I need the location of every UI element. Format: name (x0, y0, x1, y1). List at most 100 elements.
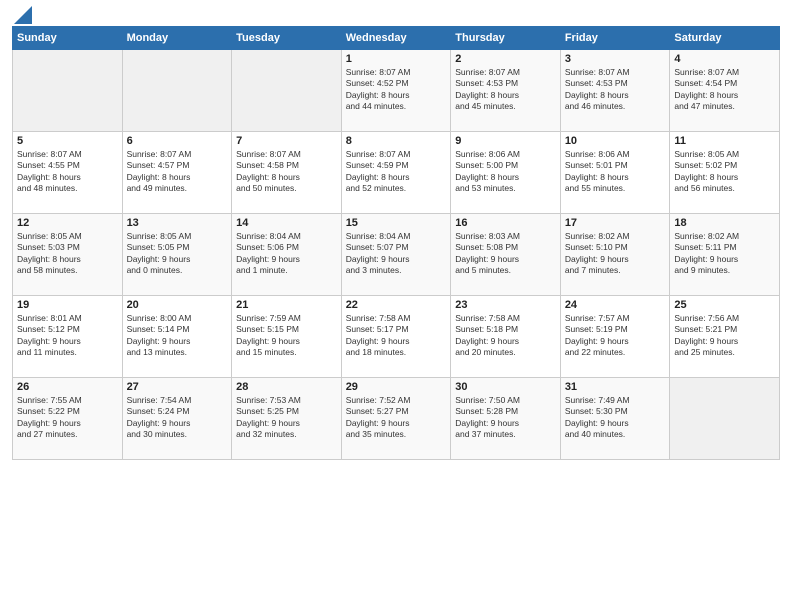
day-info: Sunrise: 8:03 AM Sunset: 5:08 PM Dayligh… (455, 231, 556, 277)
calendar-cell: 30 Sunrise: 7:50 AM Sunset: 5:28 PM Dayli… (451, 378, 561, 460)
calendar-cell: 22 Sunrise: 7:58 AM Sunset: 5:17 PM Dayli… (341, 296, 451, 378)
weekday-header-monday: Monday (122, 27, 232, 50)
calendar-cell: 15 Sunrise: 8:04 AM Sunset: 5:07 PM Dayli… (341, 214, 451, 296)
calendar-cell (122, 50, 232, 132)
calendar-cell (232, 50, 342, 132)
day-info: Sunrise: 7:52 AM Sunset: 5:27 PM Dayligh… (346, 395, 447, 441)
day-number: 3 (565, 53, 666, 65)
day-number: 26 (17, 381, 118, 393)
day-info: Sunrise: 8:02 AM Sunset: 5:10 PM Dayligh… (565, 231, 666, 277)
day-info: Sunrise: 7:54 AM Sunset: 5:24 PM Dayligh… (127, 395, 228, 441)
day-info: Sunrise: 8:00 AM Sunset: 5:14 PM Dayligh… (127, 313, 228, 359)
weekday-header-wednesday: Wednesday (341, 27, 451, 50)
day-number: 24 (565, 299, 666, 311)
calendar-cell: 27 Sunrise: 7:54 AM Sunset: 5:24 PM Dayli… (122, 378, 232, 460)
day-info: Sunrise: 7:58 AM Sunset: 5:18 PM Dayligh… (455, 313, 556, 359)
day-number: 31 (565, 381, 666, 393)
logo-icon (14, 6, 32, 24)
day-info: Sunrise: 8:04 AM Sunset: 5:06 PM Dayligh… (236, 231, 337, 277)
calendar-cell: 25Sunrise: 7:56 AM Sunset: 5:21 PM Dayli… (670, 296, 780, 378)
logo-block (12, 10, 32, 20)
calendar-week-row: 12Sunrise: 8:05 AM Sunset: 5:03 PM Dayli… (13, 214, 780, 296)
calendar-cell: 17Sunrise: 8:02 AM Sunset: 5:10 PM Dayli… (560, 214, 670, 296)
calendar-cell: 3 Sunrise: 8:07 AM Sunset: 4:53 PM Daylig… (560, 50, 670, 132)
day-number: 28 (236, 381, 337, 393)
calendar-cell: 16 Sunrise: 8:03 AM Sunset: 5:08 PM Dayli… (451, 214, 561, 296)
day-info: Sunrise: 7:53 AM Sunset: 5:25 PM Dayligh… (236, 395, 337, 441)
day-number: 19 (17, 299, 118, 311)
calendar-week-row: 26 Sunrise: 7:55 AM Sunset: 5:22 PM Dayli… (13, 378, 780, 460)
header (12, 10, 780, 20)
day-info: Sunrise: 8:05 AM Sunset: 5:05 PM Dayligh… (127, 231, 228, 277)
day-number: 7 (236, 135, 337, 147)
day-number: 16 (455, 217, 556, 229)
day-info: Sunrise: 8:07 AM Sunset: 4:53 PM Dayligh… (565, 67, 666, 113)
calendar-week-row: 1Sunrise: 8:07 AM Sunset: 4:52 PM Daylig… (13, 50, 780, 132)
calendar-cell: 20 Sunrise: 8:00 AM Sunset: 5:14 PM Dayli… (122, 296, 232, 378)
calendar-cell: 23 Sunrise: 7:58 AM Sunset: 5:18 PM Dayli… (451, 296, 561, 378)
calendar-cell: 14 Sunrise: 8:04 AM Sunset: 5:06 PM Dayli… (232, 214, 342, 296)
logo (12, 10, 32, 20)
day-info: Sunrise: 7:55 AM Sunset: 5:22 PM Dayligh… (17, 395, 118, 441)
calendar-cell: 21Sunrise: 7:59 AM Sunset: 5:15 PM Dayli… (232, 296, 342, 378)
day-info: Sunrise: 8:07 AM Sunset: 4:54 PM Dayligh… (674, 67, 775, 113)
day-number: 30 (455, 381, 556, 393)
calendar-cell: 10Sunrise: 8:06 AM Sunset: 5:01 PM Dayli… (560, 132, 670, 214)
day-info: Sunrise: 7:49 AM Sunset: 5:30 PM Dayligh… (565, 395, 666, 441)
day-info: Sunrise: 7:50 AM Sunset: 5:28 PM Dayligh… (455, 395, 556, 441)
calendar-cell: 13 Sunrise: 8:05 AM Sunset: 5:05 PM Dayli… (122, 214, 232, 296)
calendar-cell: 6 Sunrise: 8:07 AM Sunset: 4:57 PM Daylig… (122, 132, 232, 214)
day-number: 22 (346, 299, 447, 311)
day-number: 13 (127, 217, 228, 229)
weekday-header-tuesday: Tuesday (232, 27, 342, 50)
calendar-cell: 31 Sunrise: 7:49 AM Sunset: 5:30 PM Dayli… (560, 378, 670, 460)
calendar-cell: 24 Sunrise: 7:57 AM Sunset: 5:19 PM Dayli… (560, 296, 670, 378)
day-number: 6 (127, 135, 228, 147)
calendar-cell: 4 Sunrise: 8:07 AM Sunset: 4:54 PM Daylig… (670, 50, 780, 132)
day-number: 14 (236, 217, 337, 229)
calendar-cell: 8Sunrise: 8:07 AM Sunset: 4:59 PM Daylig… (341, 132, 451, 214)
calendar-table: SundayMondayTuesdayWednesdayThursdayFrid… (12, 26, 780, 460)
calendar-cell: 19Sunrise: 8:01 AM Sunset: 5:12 PM Dayli… (13, 296, 123, 378)
calendar-week-row: 5 Sunrise: 8:07 AM Sunset: 4:55 PM Daylig… (13, 132, 780, 214)
weekday-header-saturday: Saturday (670, 27, 780, 50)
day-info: Sunrise: 7:57 AM Sunset: 5:19 PM Dayligh… (565, 313, 666, 359)
day-number: 27 (127, 381, 228, 393)
day-number: 4 (674, 53, 775, 65)
day-info: Sunrise: 8:07 AM Sunset: 4:55 PM Dayligh… (17, 149, 118, 195)
day-info: Sunrise: 8:04 AM Sunset: 5:07 PM Dayligh… (346, 231, 447, 277)
calendar-cell: 9Sunrise: 8:06 AM Sunset: 5:00 PM Daylig… (451, 132, 561, 214)
calendar-cell (13, 50, 123, 132)
day-number: 5 (17, 135, 118, 147)
day-number: 18 (674, 217, 775, 229)
calendar-cell: 2 Sunrise: 8:07 AM Sunset: 4:53 PM Daylig… (451, 50, 561, 132)
day-info: Sunrise: 7:58 AM Sunset: 5:17 PM Dayligh… (346, 313, 447, 359)
calendar-week-row: 19Sunrise: 8:01 AM Sunset: 5:12 PM Dayli… (13, 296, 780, 378)
calendar-cell: 12Sunrise: 8:05 AM Sunset: 5:03 PM Dayli… (13, 214, 123, 296)
calendar-cell: 28 Sunrise: 7:53 AM Sunset: 5:25 PM Dayli… (232, 378, 342, 460)
day-info: Sunrise: 8:07 AM Sunset: 4:52 PM Dayligh… (346, 67, 447, 113)
calendar-cell: 1Sunrise: 8:07 AM Sunset: 4:52 PM Daylig… (341, 50, 451, 132)
day-info: Sunrise: 8:07 AM Sunset: 4:58 PM Dayligh… (236, 149, 337, 195)
day-number: 11 (674, 135, 775, 147)
day-number: 2 (455, 53, 556, 65)
calendar-cell: 11Sunrise: 8:05 AM Sunset: 5:02 PM Dayli… (670, 132, 780, 214)
calendar-cell: 26 Sunrise: 7:55 AM Sunset: 5:22 PM Dayli… (13, 378, 123, 460)
weekday-header-friday: Friday (560, 27, 670, 50)
page: SundayMondayTuesdayWednesdayThursdayFrid… (0, 0, 792, 612)
weekday-header-thursday: Thursday (451, 27, 561, 50)
day-number: 15 (346, 217, 447, 229)
day-number: 21 (236, 299, 337, 311)
day-number: 25 (674, 299, 775, 311)
day-number: 23 (455, 299, 556, 311)
calendar-cell (670, 378, 780, 460)
day-info: Sunrise: 8:07 AM Sunset: 4:53 PM Dayligh… (455, 67, 556, 113)
day-info: Sunrise: 8:07 AM Sunset: 4:57 PM Dayligh… (127, 149, 228, 195)
day-number: 20 (127, 299, 228, 311)
day-number: 8 (346, 135, 447, 147)
day-number: 9 (455, 135, 556, 147)
weekday-header-sunday: Sunday (13, 27, 123, 50)
day-number: 12 (17, 217, 118, 229)
calendar-cell: 29Sunrise: 7:52 AM Sunset: 5:27 PM Dayli… (341, 378, 451, 460)
day-info: Sunrise: 8:06 AM Sunset: 5:01 PM Dayligh… (565, 149, 666, 195)
